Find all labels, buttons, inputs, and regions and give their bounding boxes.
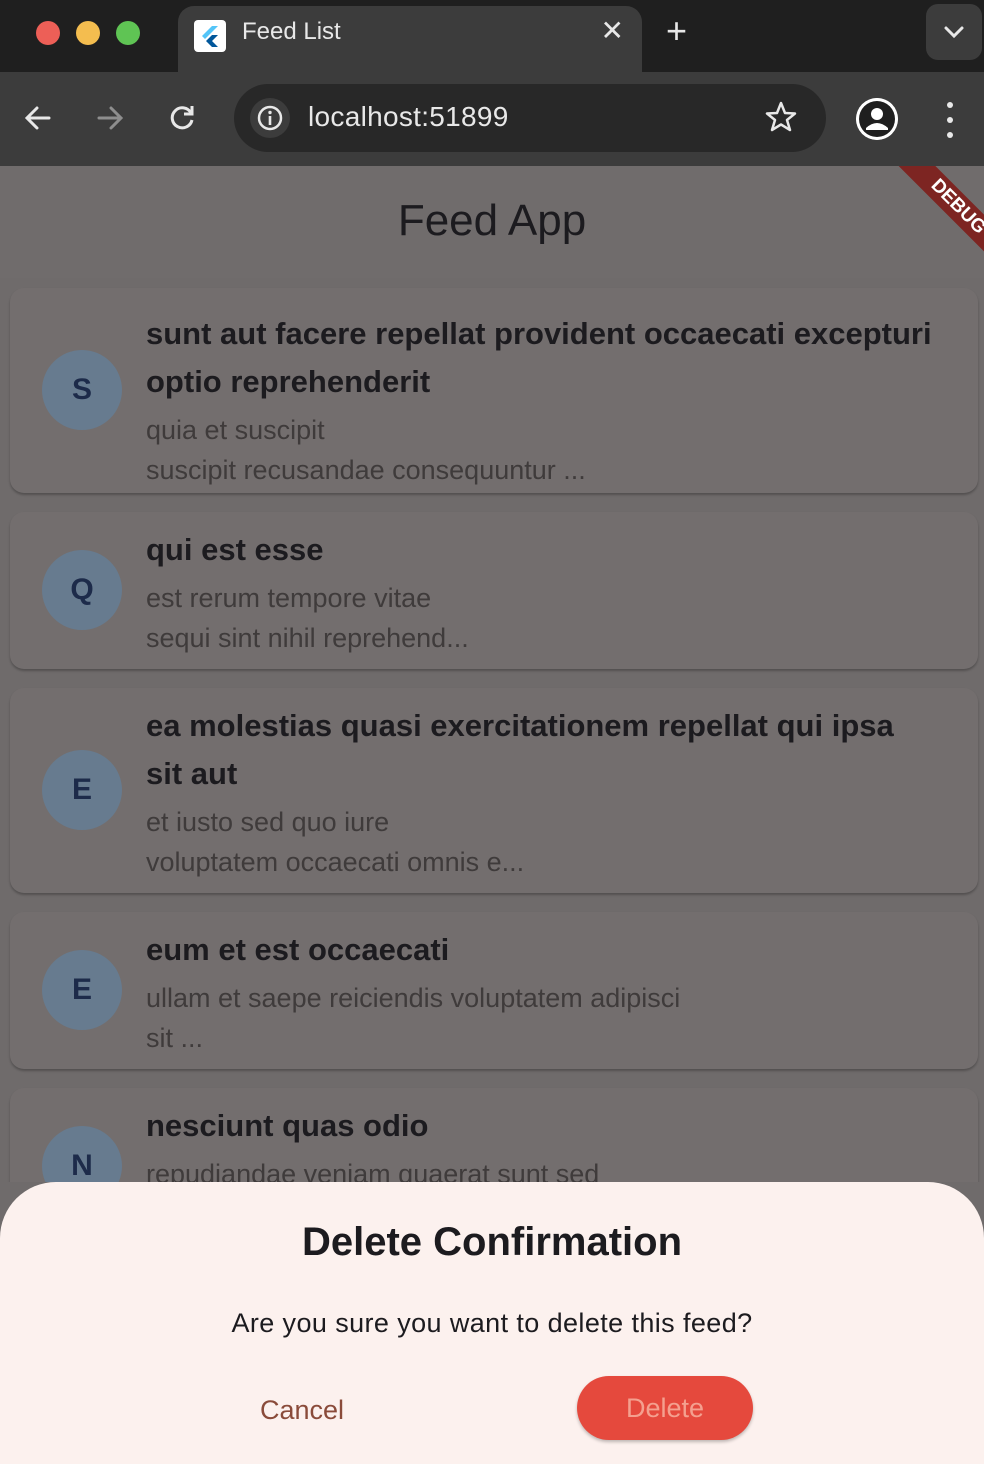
page-title: Feed App [397, 196, 587, 245]
avatar: Q [42, 550, 122, 630]
tab-title: Feed List [242, 18, 341, 45]
window-close-button[interactable] [36, 21, 60, 45]
flutter-favicon-icon [194, 20, 226, 52]
feed-title: qui est esse [146, 532, 324, 567]
info-icon[interactable] [250, 98, 290, 138]
feed-body-line: voluptatem occaecati omnis e... [146, 847, 525, 877]
delete-confirmation-sheet: Delete Confirmation Are you sure you wan… [0, 1182, 984, 1464]
window-zoom-button[interactable] [116, 21, 140, 45]
dialog-title: Delete Confirmation [301, 1220, 683, 1264]
more-vert-icon[interactable] [938, 98, 962, 142]
avatar: S [42, 350, 122, 430]
feed-title: ea molestias quasi exercitationem repell… [146, 708, 894, 791]
app-bar: Feed App [0, 166, 984, 278]
feed-title: sunt aut facere repellat provident occae… [146, 316, 932, 399]
debug-banner-label: DEBUG [892, 166, 984, 273]
debug-banner: DEBUG [876, 166, 984, 274]
star-icon[interactable] [764, 100, 798, 139]
feed-title: nesciunt quas odio [146, 1108, 429, 1143]
profile-icon[interactable] [856, 98, 898, 140]
dialog-message: Are you sure you want to delete this fee… [231, 1308, 753, 1338]
feed-card[interactable]: Q qui est esse est rerum tempore vitae s… [10, 512, 978, 669]
feed-body-line: sequi sint nihil reprehend... [146, 623, 469, 653]
feed-body-line: quia et suscipit [146, 415, 325, 445]
feed-title: eum et est occaecati [146, 932, 450, 967]
feed-body-line: repudiandae veniam quaerat sunt sed [146, 1159, 600, 1182]
back-arrow-icon[interactable] [16, 96, 60, 140]
feed-card[interactable]: S sunt aut facere repellat provident occ… [10, 288, 978, 493]
browser-tab[interactable]: Feed List ✕ [178, 6, 642, 72]
window-minimize-button[interactable] [76, 21, 100, 45]
feed-card[interactable]: N nesciunt quas odio repudiandae veniam … [10, 1088, 978, 1182]
address-bar[interactable]: localhost:51899 [234, 84, 826, 152]
feed-body-line: ullam et saepe reiciendis voluptatem adi… [146, 983, 681, 1013]
feed-card[interactable]: E eum et est occaecati ullam et saepe re… [10, 912, 978, 1069]
delete-button[interactable]: Delete [577, 1376, 753, 1440]
cancel-button[interactable]: Cancel [222, 1378, 382, 1442]
forward-arrow-icon[interactable] [88, 96, 132, 140]
feed-card[interactable]: E ea molestias quasi exercitationem repe… [10, 688, 978, 893]
feed-body-line: est rerum tempore vitae [146, 583, 432, 613]
avatar: E [42, 750, 122, 830]
feed-body-line: suscipit recusandae consequuntur ... [146, 455, 586, 485]
url-text: localhost:51899 [308, 101, 509, 132]
close-icon[interactable]: ✕ [601, 14, 624, 47]
browser-toolbar: localhost:51899 [0, 72, 984, 166]
browser-tab-bar: Feed List ✕ + [0, 0, 984, 72]
reload-icon[interactable] [160, 96, 204, 140]
chevron-down-icon[interactable] [926, 4, 982, 60]
plus-icon[interactable]: + [666, 10, 687, 52]
feed-body-line: sit ... [146, 1023, 204, 1053]
avatar: E [42, 950, 122, 1030]
feed-body-line: et iusto sed quo iure [146, 807, 390, 837]
feed-list[interactable]: S sunt aut facere repellat provident occ… [0, 278, 984, 1182]
avatar: N [42, 1126, 122, 1182]
